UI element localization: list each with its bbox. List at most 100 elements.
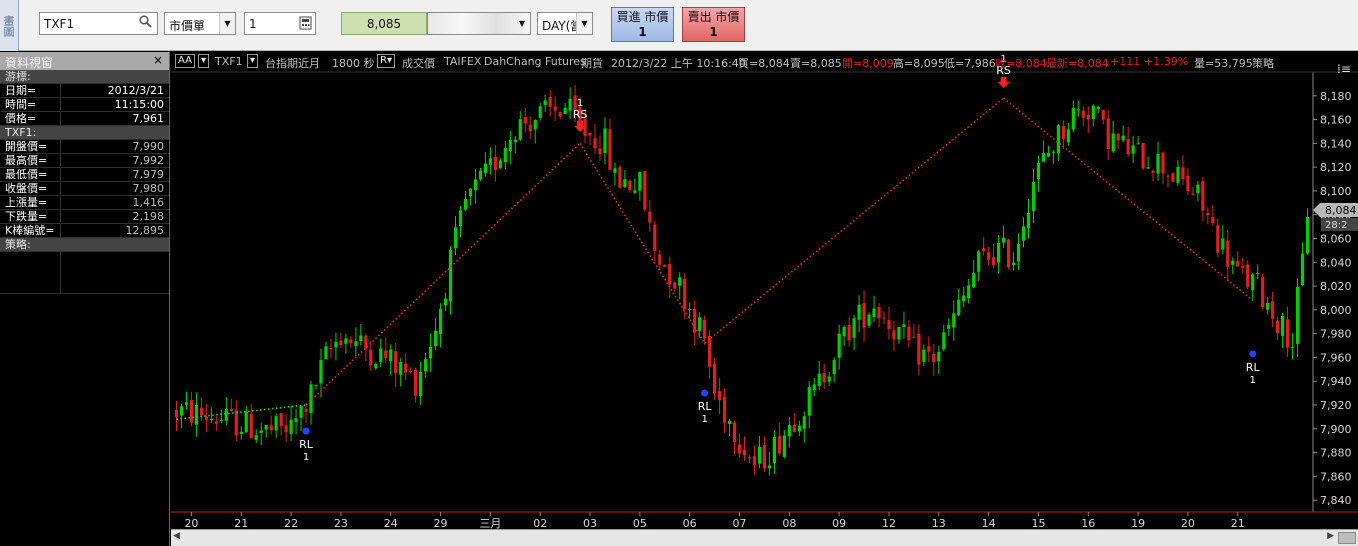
data-row: K棒編號= 12,895 xyxy=(0,224,169,238)
symbol-input[interactable]: TXF1 xyxy=(39,12,158,35)
candle-body xyxy=(852,318,856,338)
short-signal-arrow xyxy=(997,76,1010,88)
buy-button-qty: 1 xyxy=(638,25,647,39)
header-price-type: 成交價 xyxy=(402,57,435,70)
candle-body xyxy=(1201,181,1205,211)
scroll-right-icon[interactable]: ▶ xyxy=(1327,531,1334,541)
candle-body xyxy=(1131,145,1135,154)
symbol-section: TXF1: xyxy=(0,126,169,140)
scroll-thumb[interactable] xyxy=(1338,532,1356,544)
data-row: 上漲量= 1,416 xyxy=(0,196,169,210)
data-window-title-bar: 資料視窗 × xyxy=(0,52,169,70)
candle-body xyxy=(329,348,333,350)
chevron-down-icon[interactable]: ▾ xyxy=(247,54,259,68)
quantity-input[interactable]: 1 xyxy=(244,12,316,35)
chart-scrollbar[interactable]: ◀ ▶ xyxy=(171,529,1358,546)
signal-label: RL xyxy=(1246,361,1261,374)
candle-body xyxy=(757,446,762,464)
candle-body xyxy=(359,335,363,342)
candle-body xyxy=(1295,286,1300,344)
x-tick-label: 02 xyxy=(533,517,547,529)
data-row-value: 2012/3/21 xyxy=(107,84,164,97)
close-icon[interactable]: × xyxy=(153,53,163,67)
candle-body xyxy=(189,400,194,423)
x-tick-label: 23 xyxy=(334,517,348,529)
strategy-section-label: 策略: xyxy=(5,238,31,251)
candle-body xyxy=(314,384,318,386)
candle-body xyxy=(1261,276,1265,307)
price-display[interactable]: 8,085 xyxy=(341,12,427,35)
long-signal-dot xyxy=(302,427,310,435)
candle-body xyxy=(648,211,652,223)
candle-body xyxy=(1056,125,1060,154)
y-tick-label: 7,880 xyxy=(1320,447,1352,460)
candle-body xyxy=(304,409,308,412)
candle-body xyxy=(1285,319,1290,348)
candle-body xyxy=(349,339,353,344)
period-select[interactable]: DAY(當 ▼ xyxy=(537,12,593,35)
account-select[interactable]: ▼ xyxy=(427,12,531,35)
candle-body xyxy=(797,425,801,432)
candle-body xyxy=(433,330,438,347)
candle-body xyxy=(1221,238,1225,250)
candle-body xyxy=(1096,106,1100,109)
candle-body xyxy=(533,119,537,130)
chart-canvas[interactable]: 7,840 7,860 7,880 7,900 7,920 7,940 7,960 7,980… xyxy=(171,52,1358,529)
candle-body xyxy=(967,285,971,299)
search-icon[interactable] xyxy=(139,15,153,29)
data-row-label: K棒編號= xyxy=(5,224,55,237)
candle-body xyxy=(912,336,916,338)
chevron-down-icon[interactable]: ▾ xyxy=(198,54,210,68)
candle-body xyxy=(867,314,871,326)
candle-body xyxy=(957,299,961,316)
chart-header: AA ▾ TXF1 ▾ 台指期近月 1800 秒 R▾ 成交價 TAIFEX D… xyxy=(171,52,1358,72)
candle-body xyxy=(438,308,443,334)
candle-body xyxy=(992,257,996,266)
y-tick-label: 7,860 xyxy=(1320,470,1352,483)
candle-body xyxy=(807,387,811,416)
candle-body xyxy=(857,304,861,320)
candle-body xyxy=(638,172,642,191)
calculator-icon[interactable] xyxy=(299,16,312,33)
chevron-down-icon[interactable]: R▾ xyxy=(377,54,395,68)
candle-body xyxy=(1031,181,1036,211)
candle-body xyxy=(1211,217,1215,224)
candle-body xyxy=(379,348,383,363)
candle-body xyxy=(947,324,951,329)
aa-button[interactable]: AA xyxy=(175,54,195,68)
header-strategy: 策略 xyxy=(1252,57,1274,70)
x-tick-label: 06 xyxy=(683,517,697,529)
chevron-down-icon[interactable]: ▼ xyxy=(219,13,235,34)
sell-market-button[interactable]: 賣出 市價 1 xyxy=(682,7,745,42)
candle-body xyxy=(802,416,806,429)
data-row-value: 7,992 xyxy=(132,154,165,167)
signal-count: 1 xyxy=(701,414,707,425)
buy-market-button[interactable]: 買進 市價 1 xyxy=(611,7,674,42)
y-tick-label: 7,960 xyxy=(1320,351,1352,364)
order-type-select[interactable]: 市價單 ▼ xyxy=(164,12,236,35)
candle-body xyxy=(678,277,682,286)
x-tick-label: 20 xyxy=(184,517,198,529)
y-tick-label: 8,040 xyxy=(1320,256,1352,269)
candle-body xyxy=(284,425,288,433)
candle-body xyxy=(1276,320,1280,333)
candle-body xyxy=(827,376,831,382)
data-row-value: 1,416 xyxy=(132,196,165,209)
price-chart[interactable]: 7,840 7,860 7,880 7,900 7,920 7,940 7,960 7,980… xyxy=(171,52,1358,546)
data-row-label: 上漲量= xyxy=(5,196,48,209)
draw-side-tab[interactable]: 畫圖 xyxy=(0,0,19,51)
header-low: 低=7,986 xyxy=(944,57,996,70)
candle-body xyxy=(1256,273,1260,275)
header-exchange: TAIFEX xyxy=(444,55,482,68)
candle-body xyxy=(1231,260,1235,265)
chevron-down-icon[interactable]: ▼ xyxy=(514,13,530,34)
candle-body xyxy=(603,128,607,154)
candle-body xyxy=(543,100,547,106)
chart-menu-icon[interactable]: ⁞≡ xyxy=(1337,62,1351,76)
candle-body xyxy=(922,349,926,362)
scroll-left-icon[interactable]: ◀ xyxy=(173,531,180,541)
chevron-down-icon[interactable]: ▼ xyxy=(576,13,592,34)
y-tick-label: 7,840 xyxy=(1320,494,1352,507)
candle-body xyxy=(1196,184,1200,194)
candle-body xyxy=(777,436,781,454)
